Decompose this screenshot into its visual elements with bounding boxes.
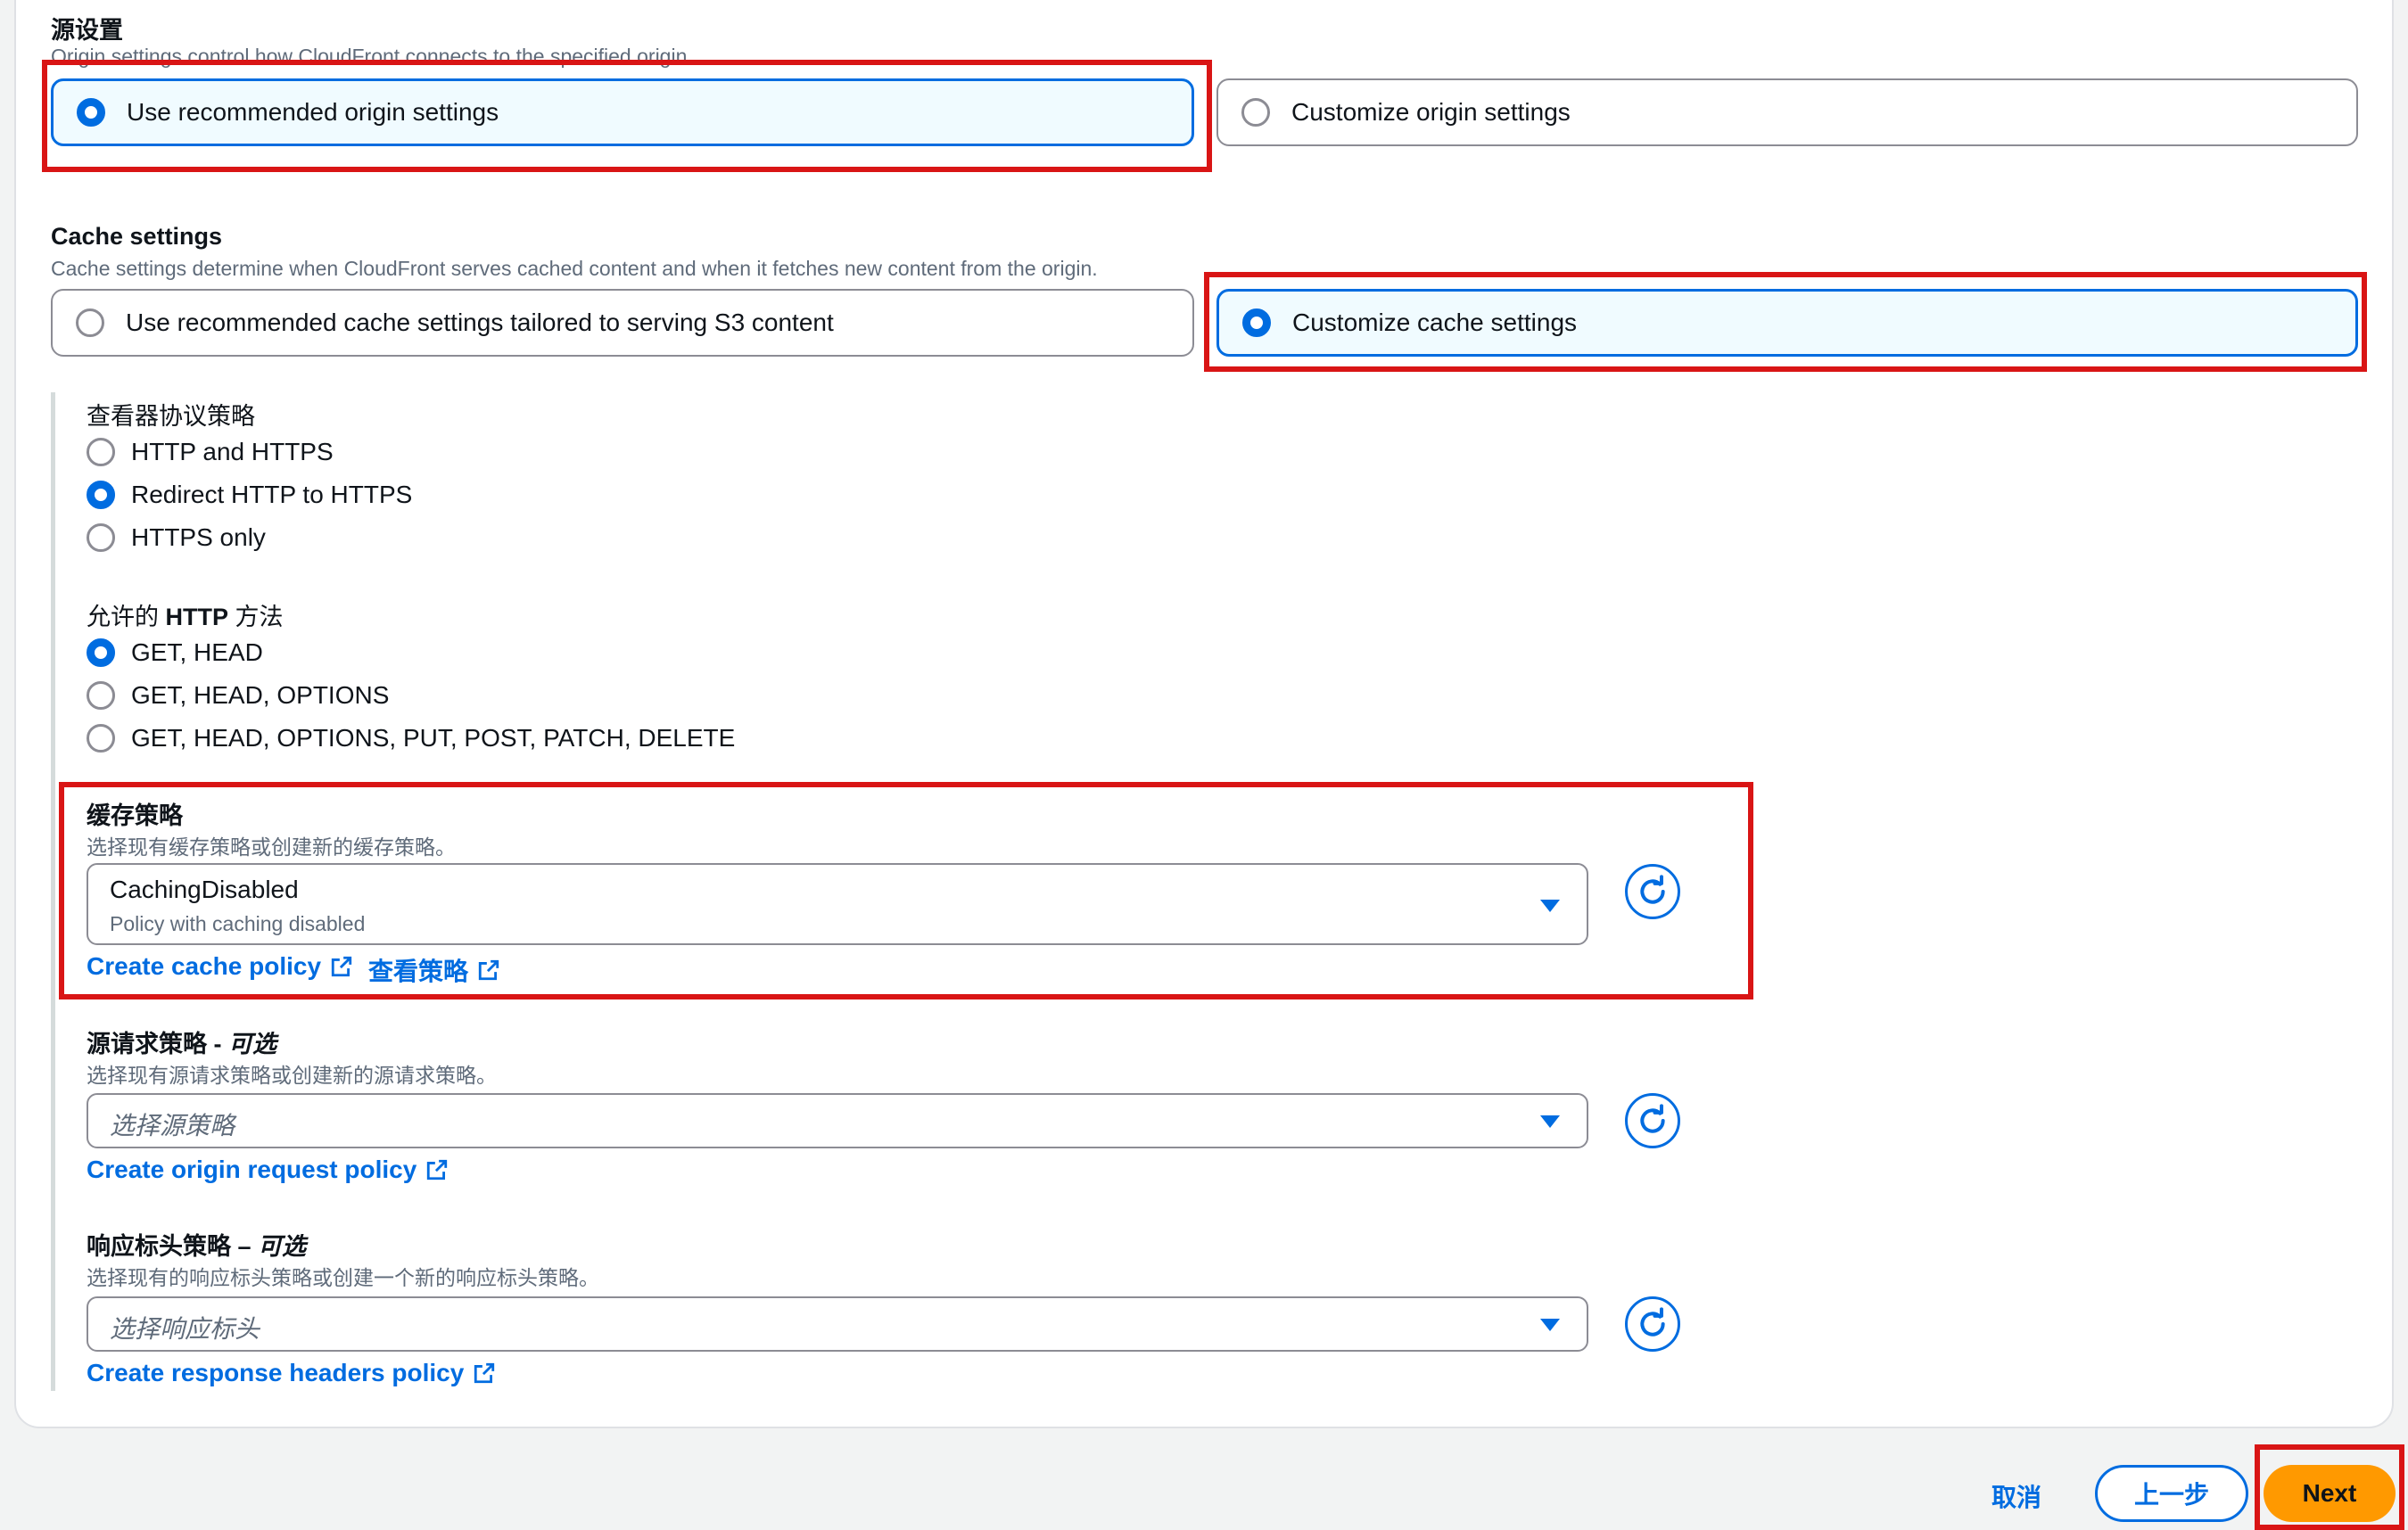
settings-panel <box>14 0 2394 1428</box>
viewer-protocol-option-http-https[interactable]: HTTP and HTTPS <box>87 438 334 466</box>
allowed-methods-title-prefix: 允许的 <box>87 604 159 630</box>
origin-settings-title: 源设置 <box>51 17 123 44</box>
create-origin-request-policy-label: Create origin request policy <box>87 1156 417 1183</box>
refresh-response-headers-policy-button[interactable] <box>1625 1296 1680 1352</box>
view-policy-link[interactable]: 查看策略 <box>368 952 500 988</box>
external-link-icon <box>331 956 352 977</box>
response-headers-policy-placeholder: 选择响应标头 <box>110 1315 260 1343</box>
allowed-methods-title-bold: HTTP <box>165 604 229 630</box>
option-label: GET, HEAD <box>131 638 263 666</box>
origin-request-policy-select[interactable]: 选择源策略 <box>87 1093 1588 1148</box>
customize-cache-tile[interactable]: Customize cache settings <box>1216 289 2358 357</box>
origin-request-policy-description: 选择现有源请求策略或创建新的源请求策略。 <box>87 1064 497 1087</box>
create-cache-policy-label: Create cache policy <box>87 952 322 980</box>
use-recommended-origin-tile[interactable]: Use recommended origin settings <box>51 78 1194 146</box>
external-link-icon <box>427 1159 448 1180</box>
use-recommended-origin-label: Use recommended origin settings <box>127 98 499 126</box>
origin-request-policy-title-text: 源请求策略 - <box>87 1031 222 1057</box>
radio-unselected-icon[interactable] <box>87 438 115 466</box>
cache-settings-title: Cache settings <box>51 223 223 250</box>
origin-settings-description: Origin settings control how CloudFront c… <box>51 45 693 68</box>
option-label: HTTPS only <box>131 523 266 551</box>
cache-policy-select[interactable]: CachingDisabled Policy with caching disa… <box>87 863 1588 945</box>
use-recommended-cache-label: Use recommended cache settings tailored … <box>126 308 834 336</box>
chevron-down-icon <box>1540 1115 1560 1128</box>
refresh-origin-request-policy-button[interactable] <box>1625 1093 1680 1148</box>
radio-selected-icon[interactable] <box>87 638 115 667</box>
section-indent-bar <box>51 392 55 1391</box>
next-button[interactable]: Next <box>2264 1465 2396 1522</box>
cache-policy-selected-value: CachingDisabled <box>110 876 299 903</box>
radio-selected-icon[interactable] <box>87 481 115 509</box>
refresh-icon <box>1640 1307 1665 1337</box>
origin-request-policy-title: 源请求策略 - 可选 <box>87 1024 276 1059</box>
radio-selected-icon[interactable] <box>1242 308 1271 337</box>
option-label: GET, HEAD, OPTIONS, PUT, POST, PATCH, DE… <box>131 724 736 752</box>
radio-unselected-icon[interactable] <box>1241 98 1270 127</box>
response-headers-policy-select[interactable]: 选择响应标头 <box>87 1296 1588 1352</box>
customize-origin-tile[interactable]: Customize origin settings <box>1216 78 2358 146</box>
response-headers-policy-title: 响应标头策略 – 可选 <box>87 1227 306 1262</box>
chevron-down-icon <box>1540 900 1560 912</box>
response-headers-policy-title-text: 响应标头策略 – <box>87 1233 252 1260</box>
optional-label: 可选 <box>228 1031 277 1057</box>
create-origin-request-policy-link[interactable]: Create origin request policy <box>87 1156 449 1184</box>
use-recommended-cache-tile[interactable]: Use recommended cache settings tailored … <box>51 289 1194 357</box>
refresh-cache-policy-button[interactable] <box>1625 864 1680 919</box>
refresh-icon <box>1640 1104 1665 1133</box>
allowed-methods-option-get-head[interactable]: GET, HEAD <box>87 638 263 667</box>
create-response-headers-policy-label: Create response headers policy <box>87 1359 465 1386</box>
previous-button[interactable]: 上一步 <box>2095 1465 2248 1522</box>
option-label: HTTP and HTTPS <box>131 438 334 465</box>
viewer-protocol-title: 查看器协议策略 <box>87 403 255 430</box>
radio-selected-icon[interactable] <box>77 98 105 127</box>
cache-policy-description: 选择现有缓存策略或创建新的缓存策略。 <box>87 835 456 859</box>
response-headers-policy-description: 选择现有的响应标头策略或创建一个新的响应标头策略。 <box>87 1266 599 1289</box>
customize-origin-label: Customize origin settings <box>1291 98 1571 126</box>
view-policy-label: 查看策略 <box>368 958 469 985</box>
allowed-methods-option-all[interactable]: GET, HEAD, OPTIONS, PUT, POST, PATCH, DE… <box>87 724 735 753</box>
cache-policy-selected-subtext: Policy with caching disabled <box>110 912 366 935</box>
origin-request-policy-placeholder: 选择源策略 <box>110 1112 235 1139</box>
customize-cache-label: Customize cache settings <box>1292 308 1578 336</box>
allowed-methods-option-get-head-options[interactable]: GET, HEAD, OPTIONS <box>87 681 389 710</box>
allowed-methods-title-suffix: 方法 <box>235 604 284 630</box>
create-cache-policy-link[interactable]: Create cache policy <box>87 952 353 981</box>
option-label: GET, HEAD, OPTIONS <box>131 681 390 709</box>
chevron-down-icon <box>1540 1319 1560 1331</box>
create-response-headers-policy-link[interactable]: Create response headers policy <box>87 1359 496 1387</box>
cache-policy-title: 缓存策略 <box>87 802 183 829</box>
viewer-protocol-option-redirect[interactable]: Redirect HTTP to HTTPS <box>87 481 412 509</box>
radio-unselected-icon[interactable] <box>87 681 115 710</box>
cancel-button[interactable]: 取消 <box>1992 1478 2041 1514</box>
radio-unselected-icon[interactable] <box>87 724 115 753</box>
viewer-protocol-option-https-only[interactable]: HTTPS only <box>87 523 266 552</box>
refresh-icon <box>1640 875 1665 904</box>
radio-unselected-icon[interactable] <box>87 523 115 552</box>
allowed-methods-title: 允许的 HTTP 方法 <box>87 597 284 632</box>
cache-settings-description: Cache settings determine when CloudFront… <box>51 257 1098 280</box>
option-label: Redirect HTTP to HTTPS <box>131 481 413 508</box>
optional-label: 可选 <box>258 1233 307 1260</box>
external-link-icon <box>474 1362 495 1384</box>
external-link-icon <box>478 959 499 981</box>
radio-unselected-icon[interactable] <box>76 308 104 337</box>
